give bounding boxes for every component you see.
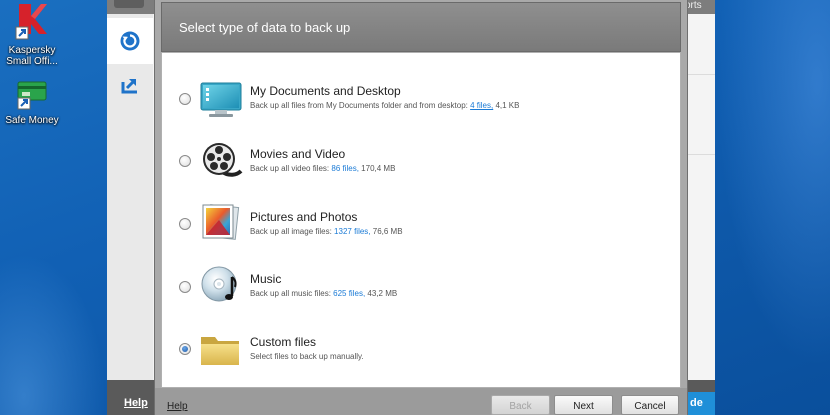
upload-arrow-icon (121, 79, 137, 94)
dialog-header: Select type of data to back up (161, 2, 681, 52)
option-movies-video[interactable]: Movies and Video Back up all video files… (162, 131, 682, 193)
main-sidebar (107, 14, 153, 380)
dialog-help-link[interactable]: Help (167, 401, 188, 412)
radio-movies-video[interactable] (179, 155, 191, 167)
cancel-button-label: Cancel (634, 401, 666, 412)
next-button-label: Next (573, 401, 594, 412)
option-desc-text: Back up all image files: (250, 227, 335, 236)
files-link[interactable]: 1327 files, (334, 227, 370, 236)
cancel-button[interactable]: Cancel (621, 395, 679, 415)
option-size: 4,1 KB (493, 101, 520, 110)
desktop-icon-safe-money[interactable]: Safe Money (0, 80, 67, 126)
radio-custom-files[interactable] (179, 343, 191, 355)
desktop-wallpaper-glow (0, 230, 120, 415)
film-reel-icon (199, 141, 243, 181)
files-link[interactable]: 625 files, (333, 289, 365, 298)
documents-desktop-icon (199, 80, 243, 120)
dialog-title: Select type of data to back up (179, 20, 351, 35)
files-link[interactable]: 86 files, (331, 164, 359, 173)
main-help-link[interactable]: Help (124, 397, 148, 409)
dialog-body: My Documents and Desktop Back up all fil… (161, 52, 681, 388)
option-description: Back up all files from My Documents fold… (250, 101, 519, 110)
option-music[interactable]: Music Back up all music files: 625 files… (162, 256, 682, 318)
pictures-icon (199, 202, 243, 242)
backup-data-type-dialog: Select type of data to back up My Docume… (154, 0, 688, 415)
window-tab-stub (114, 0, 144, 8)
option-custom-files[interactable]: Custom files Select files to back up man… (162, 319, 682, 381)
option-desc-text: Select files to back up manually. (250, 352, 364, 361)
option-pictures-photos[interactable]: Pictures and Photos Back up all image fi… (162, 194, 682, 256)
option-documents-desktop[interactable]: My Documents and Desktop Back up all fil… (162, 68, 682, 130)
back-button[interactable]: Back (491, 395, 550, 415)
option-desc-text: Back up all music files: (250, 289, 334, 298)
option-title: Custom files (250, 335, 317, 349)
option-description: Back up all music files: 625 files, 43,2… (250, 289, 397, 298)
next-button[interactable]: Next (554, 395, 613, 415)
desktop-icon-kaspersky[interactable]: Kaspersky Small Offi... (0, 2, 67, 67)
option-desc-text: Back up all files from My Documents fold… (250, 101, 471, 110)
sidebar-item-backup[interactable] (107, 18, 153, 64)
option-title: Movies and Video (250, 147, 346, 161)
sidebar-item-upload[interactable] (107, 62, 153, 108)
option-title: Pictures and Photos (250, 210, 358, 224)
main-action-button-label: de (690, 397, 703, 409)
files-link[interactable]: 4 files, (470, 101, 493, 110)
option-title: My Documents and Desktop (250, 84, 401, 98)
option-title: Music (250, 272, 282, 286)
safe-money-icon (0, 80, 67, 113)
desktop-icon-label: Kaspersky Small Offi... (6, 45, 58, 67)
music-cd-icon (199, 265, 243, 305)
option-description: Select files to back up manually. (250, 352, 364, 361)
radio-music[interactable] (179, 281, 191, 293)
option-size: 76,6 MB (370, 227, 403, 236)
radio-pictures-photos[interactable] (179, 218, 191, 230)
radio-documents-desktop[interactable] (179, 93, 191, 105)
option-size: 170,4 MB (358, 164, 396, 173)
main-action-button[interactable]: de (687, 392, 715, 415)
option-description: Back up all video files: 86 files, 170,4… (250, 164, 395, 173)
backup-restore-icon (120, 31, 140, 51)
desktop-wallpaper-glow-right (700, 0, 830, 415)
desktop-icon-label: Safe Money (5, 115, 59, 126)
option-description: Back up all image files: 1327 files, 76,… (250, 227, 403, 236)
option-size: 43,2 MB (365, 289, 398, 298)
option-desc-text: Back up all video files: (250, 164, 332, 173)
kaspersky-icon (0, 2, 67, 43)
back-button-label: Back (509, 401, 532, 412)
folder-icon (199, 331, 243, 371)
